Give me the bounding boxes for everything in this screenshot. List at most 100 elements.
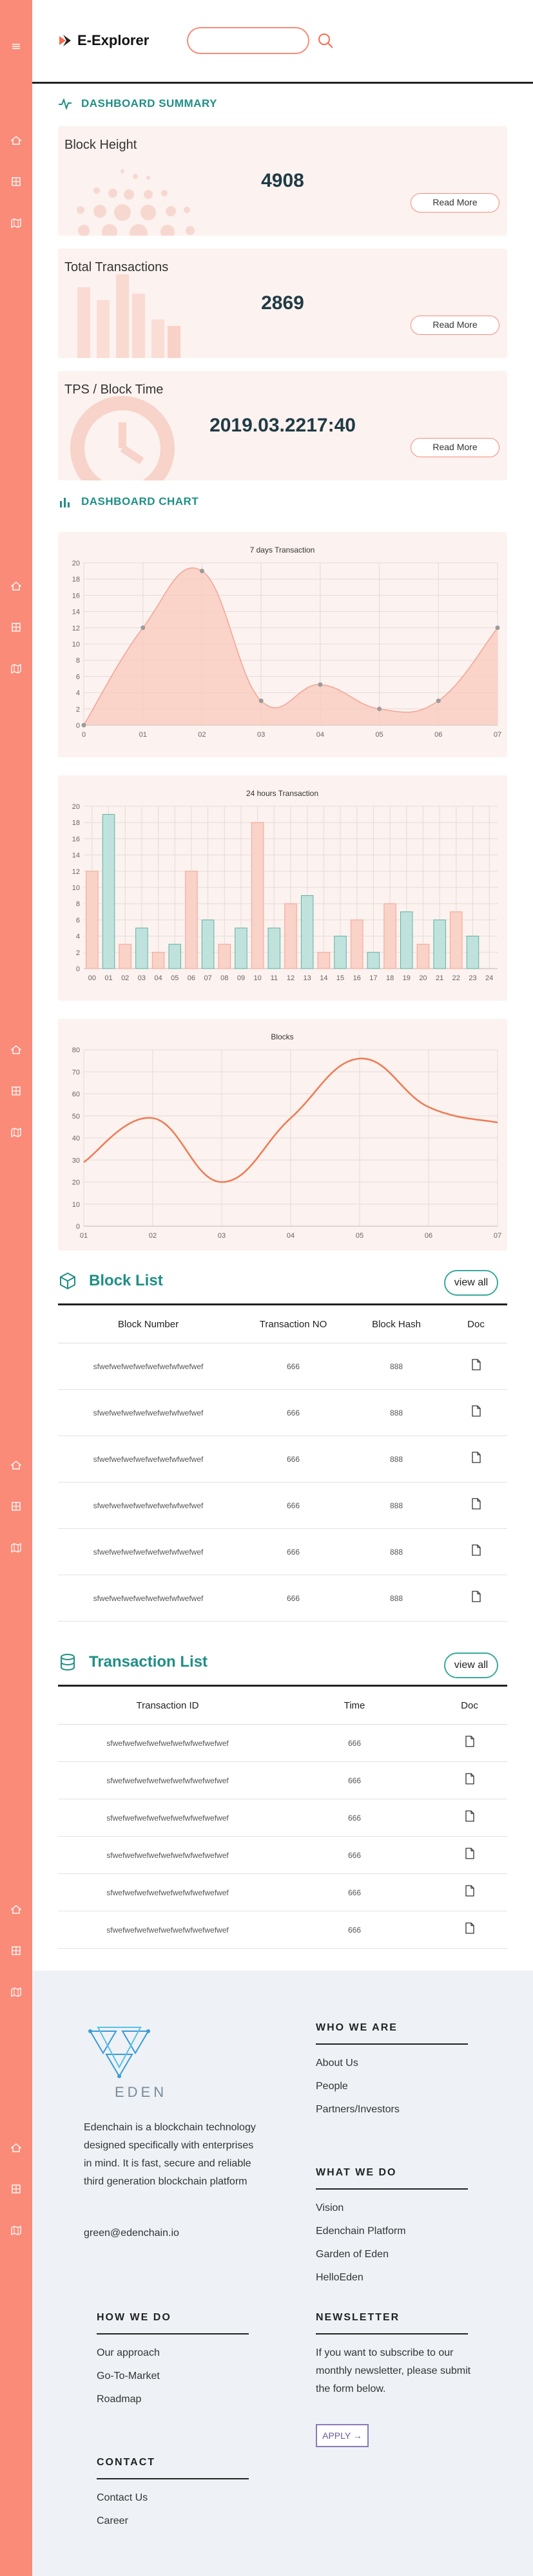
table-row[interactable]: sfwefwefwefwefwefwefwfwefwef 666 888: [58, 1575, 507, 1622]
apply-button[interactable]: APPLY →: [316, 2424, 369, 2447]
table-row[interactable]: sfwefwefwefwefwefwefwfwefwef 666 888: [58, 1343, 507, 1390]
document-icon[interactable]: [465, 1847, 475, 1859]
block-list-view-all-button[interactable]: view all: [444, 1270, 498, 1296]
x-tick-label: 03: [218, 1232, 226, 1240]
footer-link[interactable]: Garden of Eden: [316, 2249, 389, 2260]
block-number[interactable]: sfwefwefwefwefwefwefwfwefwef: [58, 1528, 238, 1575]
block-number[interactable]: sfwefwefwefwefwefwefwfwefwef: [58, 1435, 238, 1482]
x-tick-label: 10: [254, 974, 262, 982]
table-row[interactable]: sfwefwefwefwefwefwefwfwefwef 666 888: [58, 1482, 507, 1529]
document-icon[interactable]: [471, 1590, 481, 1602]
y-tick-label: 60: [72, 1091, 80, 1099]
document-icon[interactable]: [465, 1772, 475, 1785]
home-icon[interactable]: [10, 2141, 23, 2154]
y-tick-label: 10: [72, 1201, 80, 1209]
footer-link[interactable]: Vision: [316, 2202, 344, 2214]
read-more-button[interactable]: Read More: [411, 316, 499, 335]
grid-icon[interactable]: [10, 1084, 23, 1097]
footer-link[interactable]: HelloEden: [316, 2272, 363, 2284]
footer-link[interactable]: Contact Us: [97, 2492, 148, 2504]
home-icon[interactable]: [10, 1043, 23, 1056]
doc-cell: [432, 1911, 507, 1949]
y-tick-label: 2: [76, 949, 80, 957]
bar: [416, 943, 430, 969]
y-tick-label: 14: [72, 852, 80, 860]
home-icon[interactable]: [10, 580, 23, 592]
logo[interactable]: E-Explorer: [58, 32, 149, 49]
y-tick-label: 6: [76, 916, 80, 924]
transaction-id[interactable]: sfwefwefwefwefwefwefwfwefwefwef: [58, 1873, 277, 1911]
document-icon[interactable]: [465, 1735, 475, 1747]
y-tick-label: 30: [72, 1157, 80, 1164]
table-row[interactable]: sfwefwefwefwefwefwefwfwefwefwef 666: [58, 1761, 507, 1799]
footer-email[interactable]: green@edenchain.io: [84, 2224, 179, 2242]
block-number[interactable]: sfwefwefwefwefwefwefwfwefwef: [58, 1482, 238, 1529]
block-number[interactable]: sfwefwefwefwefwefwefwfwefwef: [58, 1575, 238, 1622]
transaction-id[interactable]: sfwefwefwefwefwefwefwfwefwefwef: [58, 1724, 277, 1762]
x-tick-label: 23: [469, 974, 476, 982]
transaction-id[interactable]: sfwefwefwefwefwefwefwfwefwefwef: [58, 1911, 277, 1949]
divider: [316, 2188, 468, 2190]
read-more-button[interactable]: Read More: [411, 438, 499, 457]
table-row[interactable]: sfwefwefwefwefwefwefwfwefwefwef 666: [58, 1911, 507, 1949]
bar: [300, 895, 314, 969]
document-icon[interactable]: [465, 1810, 475, 1822]
card-title: Total Transactions: [64, 260, 169, 274]
footer-link[interactable]: About Us: [316, 2058, 358, 2069]
block-number[interactable]: sfwefwefwefwefwefwefwfwefwef: [58, 1389, 238, 1436]
grid-icon[interactable]: [10, 1500, 23, 1513]
map-icon[interactable]: [10, 1541, 23, 1554]
transaction-id[interactable]: sfwefwefwefwefwefwefwfwefwefwef: [58, 1799, 277, 1837]
document-icon[interactable]: [471, 1497, 481, 1510]
table-row[interactable]: sfwefwefwefwefwefwefwfwefwef 666 888: [58, 1435, 507, 1482]
document-icon[interactable]: [471, 1544, 481, 1556]
footer-link[interactable]: People: [316, 2081, 348, 2092]
document-icon[interactable]: [471, 1405, 481, 1417]
table-row[interactable]: sfwefwefwefwefwefwefwfwefwefwef 666: [58, 1724, 507, 1762]
search-icon[interactable]: [316, 31, 335, 50]
transaction-time: 666: [277, 1799, 432, 1837]
card-title: Block Height: [64, 138, 137, 152]
footer-link[interactable]: Partners/Investors: [316, 2104, 400, 2116]
map-icon[interactable]: [10, 1126, 23, 1139]
table-row[interactable]: sfwefwefwefwefwefwefwfwefwefwef 666: [58, 1799, 507, 1837]
x-tick-label: 04: [154, 974, 162, 982]
document-icon[interactable]: [465, 1922, 475, 1934]
footer-link[interactable]: Go-To-Market: [97, 2371, 160, 2382]
table-row[interactable]: sfwefwefwefwefwefwefwfwefwef 666 888: [58, 1389, 507, 1436]
x-tick-label: 0: [82, 731, 86, 739]
document-icon[interactable]: [471, 1358, 481, 1370]
grid-icon[interactable]: [10, 2183, 23, 2195]
table-row[interactable]: sfwefwefwefwefwefwefwfwefwefwef 666: [58, 1836, 507, 1874]
read-more-button[interactable]: Read More: [411, 193, 499, 213]
transaction-id[interactable]: sfwefwefwefwefwefwefwfwefwefwef: [58, 1836, 277, 1874]
x-tick-label: 01: [139, 731, 147, 739]
footer-link[interactable]: Career: [97, 2515, 128, 2527]
table-row[interactable]: sfwefwefwefwefwefwefwfwefwefwef 666: [58, 1873, 507, 1911]
search-input[interactable]: [187, 27, 309, 54]
transaction-list-view-all-button[interactable]: view all: [444, 1653, 498, 1678]
grid-icon[interactable]: [10, 621, 23, 634]
grid-icon[interactable]: [10, 1944, 23, 1957]
footer-link[interactable]: Our approach: [97, 2347, 160, 2359]
map-icon[interactable]: [10, 1985, 23, 1998]
map-icon[interactable]: [10, 662, 23, 675]
home-icon[interactable]: [10, 134, 23, 147]
footer-link[interactable]: Roadmap: [97, 2394, 141, 2405]
document-icon[interactable]: [465, 1884, 475, 1897]
map-icon[interactable]: [10, 216, 23, 229]
x-tick-label: 03: [257, 731, 265, 739]
bar-chart-icon: [60, 498, 70, 507]
grid-icon[interactable]: [10, 175, 23, 188]
transaction-id[interactable]: sfwefwefwefwefwefwefwfwefwefwef: [58, 1761, 277, 1799]
block-number[interactable]: sfwefwefwefwefwefwefwfwefwef: [58, 1343, 238, 1390]
home-icon[interactable]: [10, 1459, 23, 1472]
menu-icon[interactable]: [10, 40, 23, 53]
document-icon[interactable]: [471, 1451, 481, 1463]
footer-link[interactable]: Edenchain Platform: [316, 2226, 406, 2237]
table-row[interactable]: sfwefwefwefwefwefwefwfwefwef 666 888: [58, 1528, 507, 1575]
home-icon[interactable]: [10, 1903, 23, 1916]
bar: [218, 943, 231, 969]
map-icon[interactable]: [10, 2224, 23, 2237]
block-hash: 888: [348, 1482, 445, 1529]
